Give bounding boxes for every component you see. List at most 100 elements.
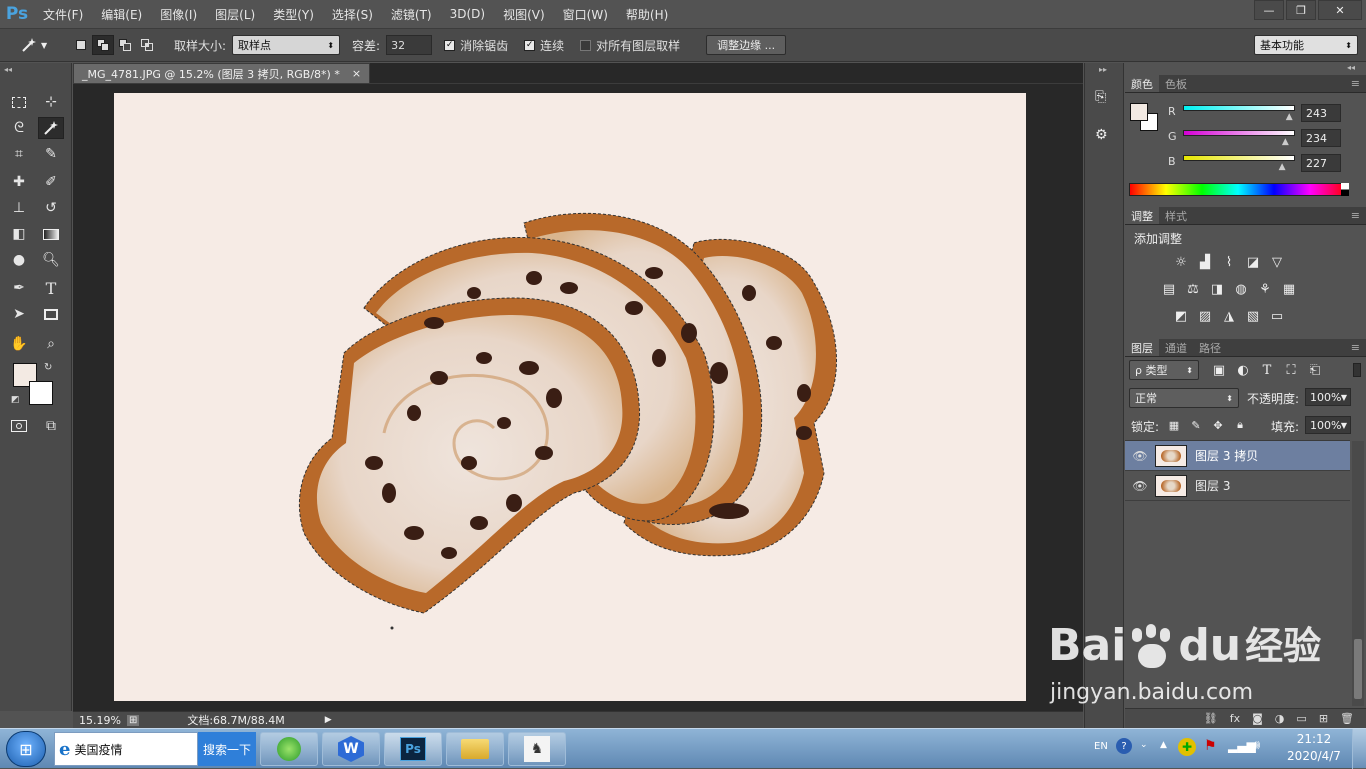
- eraser-tool-icon[interactable]: ◧: [6, 223, 32, 245]
- filter-type-icon[interactable]: T: [1258, 362, 1276, 378]
- visibility-eye-icon[interactable]: 👁︎: [1125, 479, 1155, 493]
- restore-button[interactable]: ❐: [1286, 0, 1316, 20]
- curves-icon[interactable]: ⌇: [1220, 254, 1238, 270]
- layer-name[interactable]: 图层 3: [1195, 477, 1230, 494]
- menu-file[interactable]: 文件(F): [34, 6, 92, 23]
- tab-swatches[interactable]: 色板: [1159, 75, 1193, 92]
- layer-filter-select[interactable]: ρ 类型 ⬍: [1129, 360, 1199, 380]
- language-indicator[interactable]: EN: [1094, 741, 1108, 752]
- fg-color-chip[interactable]: [1130, 103, 1148, 121]
- b-slider[interactable]: [1183, 155, 1295, 161]
- help-icon[interactable]: ?: [1116, 738, 1132, 754]
- panel-menu-icon[interactable]: ≡: [1345, 339, 1366, 356]
- black-white-icon[interactable]: ◨: [1208, 281, 1226, 297]
- brush-tool-icon[interactable]: ✐: [38, 171, 64, 193]
- sample-size-select[interactable]: 取样点 ⬍: [232, 35, 341, 55]
- g-slider-handle[interactable]: ▲: [1282, 137, 1289, 147]
- history-panel-icon[interactable]: ⎘: [1095, 89, 1106, 105]
- selective-color-icon[interactable]: ▭: [1268, 308, 1286, 324]
- r-slider[interactable]: [1183, 105, 1295, 111]
- show-hidden-icons[interactable]: ▲: [1160, 740, 1167, 750]
- opacity-input[interactable]: 100% ▼: [1305, 388, 1351, 406]
- taskbar-360-browser[interactable]: [260, 732, 318, 766]
- marquee-tool-icon[interactable]: [6, 91, 32, 113]
- taskbar-photoshop[interactable]: Ps: [384, 732, 442, 766]
- visibility-eye-icon[interactable]: 👁︎: [1125, 449, 1155, 463]
- panel-menu-icon[interactable]: ≡: [1345, 75, 1366, 92]
- taskbar-explorer[interactable]: [446, 732, 504, 766]
- new-layer-icon[interactable]: ⊞: [1319, 712, 1328, 725]
- show-desktop-button[interactable]: [1352, 729, 1366, 769]
- layer-row[interactable]: 👁︎ 图层 3: [1125, 471, 1350, 501]
- quick-mask-icon[interactable]: [6, 415, 32, 437]
- lock-pixels-icon[interactable]: ✎: [1187, 417, 1205, 433]
- pen-tool-icon[interactable]: ✒: [6, 277, 32, 299]
- blur-tool-icon[interactable]: ●: [6, 249, 32, 271]
- search-button[interactable]: 搜索一下: [198, 732, 256, 766]
- rectangle-tool-icon[interactable]: [38, 303, 64, 325]
- threshold-icon[interactable]: ◮: [1220, 308, 1238, 324]
- r-value[interactable]: 243: [1301, 104, 1341, 122]
- levels-icon[interactable]: ▟: [1196, 254, 1214, 270]
- sample-all-layers-checkbox[interactable]: [580, 39, 592, 51]
- menu-type[interactable]: 类型(Y): [264, 6, 323, 23]
- move-tool-icon[interactable]: ⊹: [38, 91, 64, 113]
- fill-input[interactable]: 100% ▼: [1305, 416, 1351, 434]
- antialias-checkbox[interactable]: ✓: [444, 39, 456, 51]
- menu-window[interactable]: 窗口(W): [554, 6, 617, 23]
- canvas[interactable]: [114, 93, 1026, 701]
- minimize-button[interactable]: —: [1254, 0, 1284, 20]
- zoom-tool-icon[interactable]: ⌕: [38, 333, 64, 355]
- magic-wand-preset-icon[interactable]: ▼: [20, 37, 56, 53]
- intersect-selection-icon[interactable]: [136, 35, 158, 55]
- menu-3d[interactable]: 3D(D): [441, 7, 494, 21]
- collapse-icon[interactable]: ◂◂: [4, 65, 12, 74]
- menu-layer[interactable]: 图层(L): [206, 6, 264, 23]
- close-button[interactable]: ✕: [1318, 0, 1362, 20]
- tab-adjustments[interactable]: 调整: [1125, 207, 1159, 224]
- start-button[interactable]: ⊞: [6, 731, 46, 767]
- b-slider-handle[interactable]: ▲: [1279, 162, 1286, 172]
- menu-help[interactable]: 帮助(H): [617, 6, 677, 23]
- layer-name[interactable]: 图层 3 拷贝: [1195, 447, 1258, 464]
- r-slider-handle[interactable]: ▲: [1286, 112, 1293, 122]
- lock-transparent-icon[interactable]: ▦: [1165, 417, 1183, 433]
- lasso-tool-icon[interactable]: ᘓ: [6, 117, 32, 139]
- notification-icon[interactable]: ⚑: [1204, 738, 1217, 754]
- workspace-select[interactable]: 基本功能 ⬍: [1254, 35, 1358, 55]
- delete-layer-icon[interactable]: 🗑︎: [1340, 712, 1354, 725]
- crop-tool-icon[interactable]: ⌗: [6, 143, 32, 165]
- document-tab[interactable]: _MG_4781.JPG @ 15.2% (图层 3 拷贝, RGB/8*) *…: [73, 63, 371, 83]
- hue-saturation-icon[interactable]: ▤: [1160, 281, 1178, 297]
- eyedropper-tool-icon[interactable]: ✎: [38, 143, 64, 165]
- exposure-icon[interactable]: ◪: [1244, 254, 1262, 270]
- filter-adjustment-icon[interactable]: ◐: [1234, 362, 1252, 378]
- clone-stamp-icon[interactable]: ⊥: [6, 197, 32, 219]
- tab-styles[interactable]: 样式: [1159, 207, 1193, 224]
- lock-position-icon[interactable]: ✥: [1209, 417, 1227, 433]
- taskbar-wps[interactable]: W: [322, 732, 380, 766]
- menu-view[interactable]: 视图(V): [494, 6, 554, 23]
- menu-filter[interactable]: 滤镜(T): [382, 6, 441, 23]
- filter-smart-icon[interactable]: ⎗: [1306, 362, 1324, 378]
- tab-color[interactable]: 颜色: [1125, 75, 1159, 92]
- new-adjustment-icon[interactable]: ◑: [1275, 712, 1285, 725]
- healing-brush-icon[interactable]: ✚: [6, 171, 32, 193]
- menu-image[interactable]: 图像(I): [151, 6, 206, 23]
- filter-pixel-icon[interactable]: ▣: [1210, 362, 1228, 378]
- menu-edit[interactable]: 编辑(E): [92, 6, 151, 23]
- layer-mask-icon[interactable]: ◙: [1252, 712, 1263, 725]
- subtract-selection-icon[interactable]: [114, 35, 136, 55]
- lock-all-icon[interactable]: 🔒︎: [1231, 417, 1249, 433]
- tolerance-input[interactable]: 32: [386, 35, 433, 55]
- gradient-map-icon[interactable]: ▧: [1244, 308, 1262, 324]
- link-layers-icon[interactable]: ⛓: [1204, 712, 1218, 725]
- contiguous-checkbox[interactable]: ✓: [524, 39, 536, 51]
- posterize-icon[interactable]: ▨: [1196, 308, 1214, 324]
- tab-layers[interactable]: 图层: [1125, 339, 1159, 356]
- filter-toggle[interactable]: [1353, 363, 1361, 377]
- b-value[interactable]: 227: [1301, 154, 1341, 172]
- history-brush-icon[interactable]: ↺: [38, 197, 64, 219]
- tab-paths[interactable]: 路径: [1193, 339, 1227, 356]
- add-to-selection-icon[interactable]: [92, 35, 114, 55]
